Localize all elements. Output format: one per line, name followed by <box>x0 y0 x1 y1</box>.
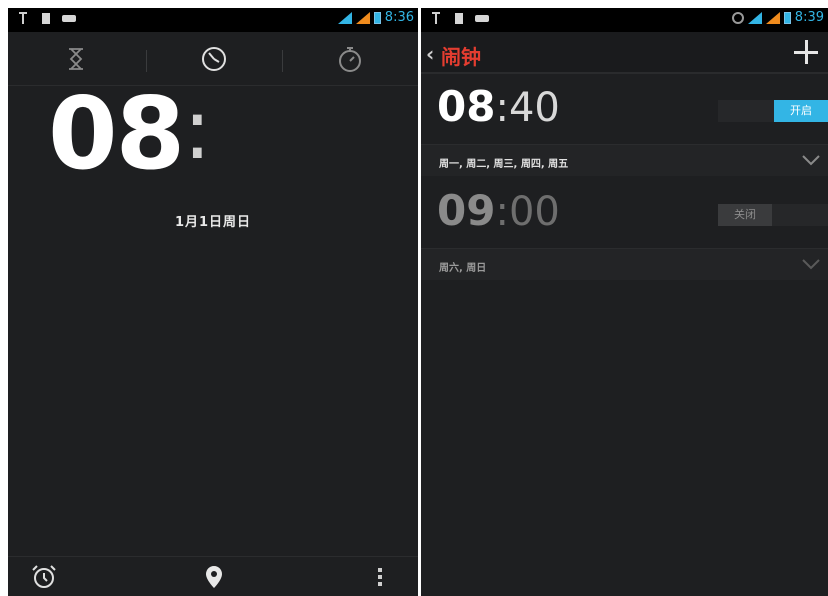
hourglass-icon <box>69 48 83 70</box>
alarm-status-icon <box>731 11 744 24</box>
alarm-item[interactable]: 08:40 开启 周一, 周二, 周三, 周四, 周五 <box>421 76 828 176</box>
notification-icon <box>475 14 489 22</box>
chevron-down-icon[interactable] <box>802 258 820 270</box>
usb-icon <box>432 12 443 24</box>
chevron-down-icon[interactable] <box>802 154 820 166</box>
signal-icon <box>765 11 780 24</box>
alarm-separator: : <box>495 85 509 131</box>
signal-icon <box>355 11 370 24</box>
notification-icon <box>62 14 76 22</box>
alarm-button[interactable] <box>28 565 60 589</box>
alarm-toggle[interactable]: 关闭 <box>718 204 828 226</box>
location-pin-icon <box>206 566 222 588</box>
signal-icon <box>337 11 352 24</box>
clock-date: 1月1日周日 <box>174 215 252 230</box>
alarm-separator: : <box>495 189 509 235</box>
status-time: 8:39 <box>794 10 824 25</box>
status-time: 8:36 <box>384 10 414 25</box>
clock-screen: 8:36 08:36 1月1日周日 <box>8 8 418 596</box>
page-title[interactable]: 闹钟 <box>441 41 481 70</box>
overflow-menu-icon <box>378 568 382 586</box>
add-alarm-button[interactable] <box>792 38 820 66</box>
clock-hours: 08 <box>48 75 185 192</box>
alarm-days: 周六, 周日 <box>439 263 487 274</box>
alarm-screen: 8:39 ‹ 闹钟 08:40 开启 周一, 周二, 周三, 周四, 周五 09… <box>421 8 828 596</box>
alarm-days: 周一, 周二, 周三, 周四, 周五 <box>439 159 569 170</box>
clock-separator: : <box>183 80 212 178</box>
alarm-minutes: 00 <box>508 189 560 235</box>
alarm-hours: 08 <box>437 82 496 131</box>
tab-clock[interactable] <box>194 42 234 76</box>
alarm-time[interactable]: 09:00 <box>437 189 560 235</box>
alarm-clock-icon <box>32 565 56 588</box>
action-bar: ‹ 闹钟 <box>421 32 828 74</box>
alarm-toggle[interactable]: 开启 <box>718 100 828 122</box>
alarm-hours: 09 <box>437 186 496 235</box>
bottom-bar <box>8 556 418 596</box>
battery-icon <box>373 11 381 24</box>
battery-icon <box>783 11 791 24</box>
tab-timer[interactable] <box>56 42 96 76</box>
alarm-time[interactable]: 08:40 <box>437 85 560 131</box>
tab-divider <box>146 50 147 72</box>
notification-icon <box>42 12 50 24</box>
signal-icon <box>747 11 762 24</box>
alarm-repeat-row[interactable]: 周六, 周日 <box>421 248 828 280</box>
chevron-left-icon[interactable]: ‹ <box>426 42 434 66</box>
clock-minutes: 36 <box>211 75 338 192</box>
tab-stopwatch[interactable] <box>330 42 370 76</box>
status-bar: 8:36 <box>8 8 418 32</box>
tab-divider <box>282 50 283 72</box>
toggle-label: 开启 <box>774 100 828 122</box>
clock-icon <box>202 47 226 71</box>
overflow-menu-button[interactable] <box>364 565 396 589</box>
digital-clock: 08:36 <box>48 84 339 184</box>
alarm-repeat-row[interactable]: 周一, 周二, 周三, 周四, 周五 <box>421 144 828 176</box>
alarm-item[interactable]: 09:00 关闭 周六, 周日 <box>421 176 828 280</box>
location-button[interactable] <box>198 565 230 589</box>
usb-icon <box>19 12 30 24</box>
notification-icon <box>455 12 463 24</box>
stopwatch-icon <box>339 47 361 72</box>
status-bar: 8:39 <box>421 8 828 32</box>
toggle-label: 关闭 <box>718 204 772 226</box>
alarm-minutes: 40 <box>508 85 560 131</box>
